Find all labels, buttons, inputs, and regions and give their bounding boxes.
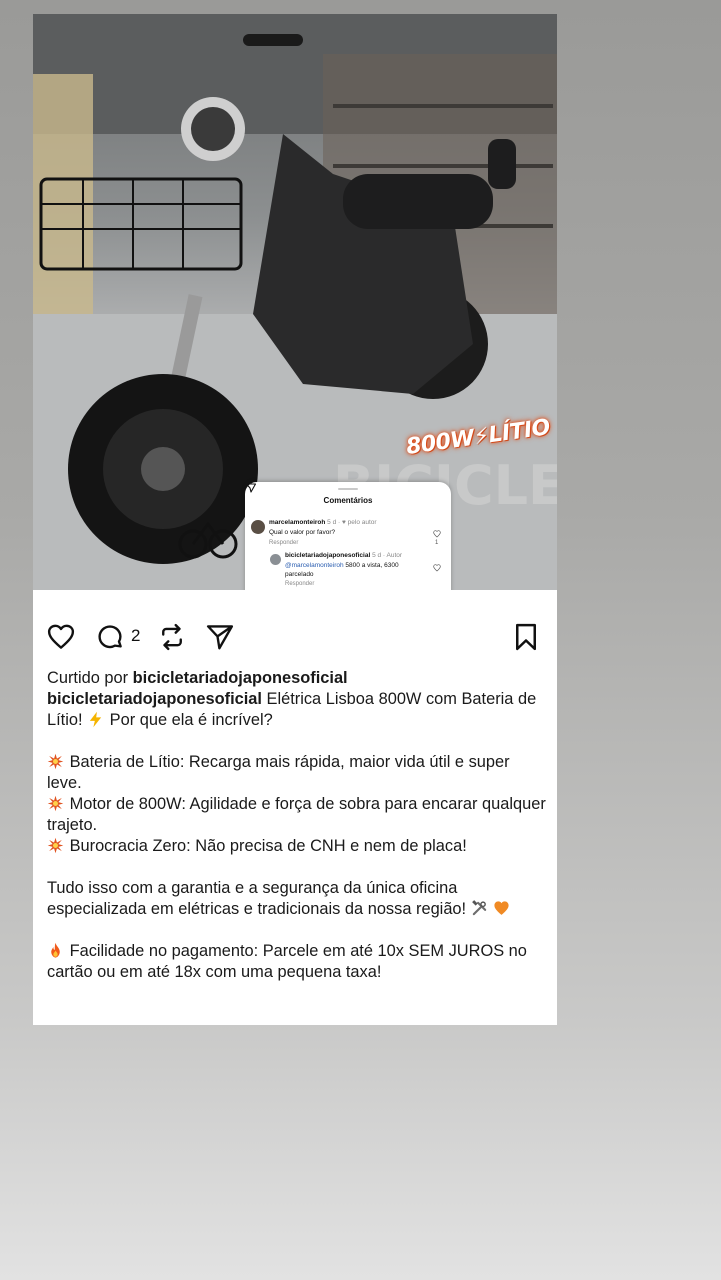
- reply-header: bicicletariadojaponesoficial 5 d · Autor: [285, 552, 402, 559]
- reply-text-2: parcelado: [285, 571, 314, 578]
- like-button[interactable]: [46, 622, 76, 652]
- author-avatar: [270, 554, 281, 565]
- heart-icon: [433, 564, 441, 572]
- action-bar: 2: [33, 622, 557, 658]
- guarantee-text: Tudo isso com a garantia e a segurança d…: [47, 879, 471, 918]
- reply-link: Responder: [285, 581, 315, 587]
- fire-icon: [51, 942, 60, 958]
- liked-by-user[interactable]: bicicletariadojaponesoficial: [133, 669, 348, 687]
- payment-text: Facilidade no pagamento: Parcele em até …: [47, 942, 532, 981]
- reply-link: Responder: [269, 540, 299, 546]
- comments-title: Comentários: [323, 496, 373, 505]
- drag-handle: [338, 488, 358, 490]
- collision-icon: [47, 753, 64, 770]
- post-photo[interactable]: BICICLETARIA: [33, 14, 557, 590]
- guarantee-paragraph: Tudo isso com a garantia e a segurança d…: [47, 878, 547, 920]
- comment-button[interactable]: [95, 622, 125, 652]
- bullet-bureaucracy: Burocracia Zero: Não precisa de CNH e ne…: [47, 836, 547, 857]
- send-icon: [206, 625, 234, 650]
- like-count: 1: [435, 540, 439, 546]
- heart-icon: [47, 624, 75, 649]
- bullet-motor: Motor de 800W: Agilidade e força de sobr…: [47, 794, 547, 836]
- caption-intro-end: Por que ela é incrível?: [105, 711, 273, 729]
- reply-mention: @marcelamonteiroh: [285, 562, 344, 569]
- save-button[interactable]: [511, 622, 541, 652]
- liked-prefix: Curtido por: [47, 669, 133, 687]
- collision-icon: [47, 837, 64, 854]
- bookmark-icon: [516, 623, 536, 651]
- tools-icon: [471, 900, 486, 916]
- payment-paragraph: Facilidade no pagamento: Parcele em até …: [47, 941, 547, 983]
- bullet-battery-text: Bateria de Lítio: Recarga mais rápida, m…: [47, 753, 515, 792]
- share-button[interactable]: [205, 622, 235, 652]
- reply-text: @marcelamonteiroh 5800 a vista, 6300: [285, 562, 399, 569]
- reply-meta: 5 d · Autor: [372, 552, 403, 559]
- comment-header: marcelamonteiroh 5 d · ♥ pelo autor: [269, 519, 377, 526]
- post-card: BICICLETARIA: [33, 14, 557, 1025]
- comment-count: 2: [131, 626, 141, 645]
- bullet-battery: Bateria de Lítio: Recarga mais rápida, m…: [47, 752, 547, 794]
- post-caption: Curtido por bicicletariadojaponesoficial…: [47, 668, 547, 983]
- collision-icon: [47, 795, 64, 812]
- reply-username: bicicletariadojaponesoficial: [285, 552, 371, 559]
- caption-username[interactable]: bicicletariadojaponesoficial: [47, 690, 262, 708]
- comment-icon: [98, 625, 122, 649]
- comment-username: marcelamonteiroh: [269, 519, 326, 526]
- orange-heart-icon: [494, 901, 509, 915]
- avatar: [251, 520, 265, 534]
- comment-meta: 5 d · ♥ pelo autor: [327, 519, 377, 526]
- caption-intro: bicicletariadojaponesoficial Elétrica Li…: [47, 689, 547, 731]
- comment-text: Qual o valor por favor?: [269, 529, 336, 536]
- send-icon: [245, 483, 257, 493]
- liked-by-line: Curtido por bicicletariadojaponesoficial: [47, 668, 547, 689]
- heart-icon: [433, 530, 441, 538]
- repost-button[interactable]: [157, 622, 187, 652]
- repost-icon: [162, 623, 182, 651]
- lightning-icon: [89, 711, 102, 728]
- bullet-motor-text: Motor de 800W: Agilidade e força de sobr…: [47, 795, 551, 834]
- bullet-bureaucracy-text: Burocracia Zero: Não precisa de CNH e ne…: [69, 837, 467, 855]
- reply-text-1: 5800 a vista, 6300: [343, 562, 399, 569]
- comments-overlay: Comentários marcelamonteiroh 5 d · ♥ pel…: [245, 482, 451, 590]
